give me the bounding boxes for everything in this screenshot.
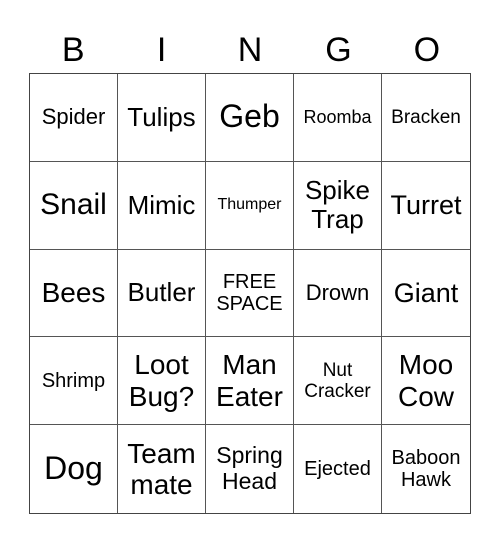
bingo-grid: Spider Tulips Geb Roomba Bracken Snail M… [29, 73, 471, 514]
header-letter-i: I [156, 31, 167, 69]
bingo-cell[interactable]: Ejected [294, 425, 382, 513]
bingo-cell[interactable]: Geb [206, 74, 294, 162]
free-space-cell[interactable]: FREE SPACE [206, 249, 294, 338]
bingo-cell[interactable]: Snail [30, 161, 118, 250]
bingo-cell[interactable]: Man Eater [206, 337, 294, 426]
bingo-cell[interactable]: Bees [30, 249, 118, 338]
bingo-cell[interactable]: Spider [30, 74, 118, 162]
header-letter-g: G [325, 31, 352, 69]
header-letter-o: O [413, 31, 441, 69]
bingo-header: B I N G O [29, 30, 471, 70]
header-letter-n: N [237, 31, 263, 69]
bingo-cell[interactable]: Tulips [118, 74, 206, 162]
bingo-cell[interactable]: Giant [382, 250, 470, 338]
bingo-cell[interactable]: Team mate [118, 425, 206, 513]
bingo-cell[interactable]: Nut Cracker [294, 337, 382, 426]
bingo-cell[interactable]: Bracken [382, 74, 470, 162]
bingo-cell[interactable]: Thumper [206, 161, 294, 250]
bingo-cell[interactable]: Mimic [118, 161, 206, 250]
bingo-cell[interactable]: Shrimp [30, 337, 118, 426]
bingo-cell[interactable]: Butler [118, 249, 206, 338]
bingo-cell[interactable]: Loot Bug? [118, 337, 206, 426]
bingo-cell[interactable]: Dog [30, 425, 118, 513]
bingo-cell[interactable]: Drown [294, 249, 382, 338]
bingo-cell[interactable]: Moo Cow [382, 337, 470, 426]
bingo-cell[interactable]: Spring Head [206, 425, 294, 513]
bingo-cell[interactable]: Spike Trap [294, 161, 382, 250]
header-letter-b: B [61, 31, 85, 69]
bingo-cell[interactable]: Roomba [294, 74, 382, 162]
bingo-cell[interactable]: Baboon Hawk [382, 425, 470, 513]
bingo-cell[interactable]: Turret [382, 162, 470, 250]
